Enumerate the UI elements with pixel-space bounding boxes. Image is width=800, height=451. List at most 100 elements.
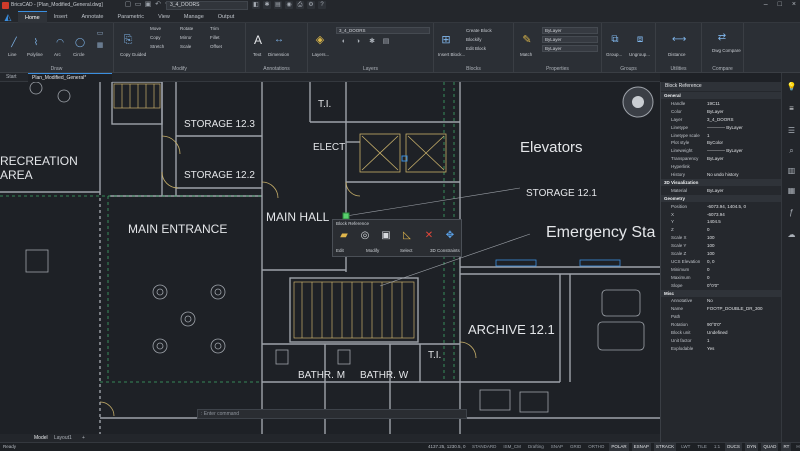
dwg-compare-icon[interactable]: ⇄ xyxy=(716,33,728,43)
rotate-button[interactable]: Rotate xyxy=(180,26,193,31)
ungroup-button[interactable]: Ungroup... xyxy=(629,52,650,57)
property-row[interactable]: Scale X 100 xyxy=(661,234,782,241)
command-input[interactable]: : Enter command xyxy=(201,411,239,417)
property-row[interactable]: Block unit Undefined xyxy=(661,329,782,336)
dwg-compare-button[interactable]: Dwg Compare xyxy=(712,48,741,53)
layers-icon[interactable]: ◈ xyxy=(314,35,326,46)
close-button[interactable]: × xyxy=(792,1,796,8)
stack-icon[interactable]: ☰ xyxy=(786,125,797,136)
color-combo[interactable]: ByLayer xyxy=(542,27,598,34)
property-row[interactable]: Transparency ByLayer xyxy=(661,155,782,162)
move-icon[interactable]: ✥ xyxy=(443,229,457,243)
property-value[interactable]: ByLayer xyxy=(707,187,781,194)
property-value[interactable]: 0, 0 xyxy=(707,258,781,265)
property-category[interactable]: 3D Visualization xyxy=(661,178,782,187)
ungroup-icon[interactable]: ⧈ xyxy=(634,35,646,45)
property-row[interactable]: Explodable Yes xyxy=(661,345,782,352)
floor-plan-drawing[interactable] xyxy=(0,82,660,434)
property-value[interactable]: 3_4_DOORS xyxy=(707,116,781,123)
rectangle-icon[interactable]: ▭ xyxy=(94,29,106,39)
property-value[interactable]: 100 xyxy=(707,234,781,241)
layer-dropdown[interactable]: 3_4_DOORS xyxy=(166,1,248,10)
property-value[interactable]: 0 xyxy=(707,226,781,233)
arc-button[interactable]: Arc xyxy=(54,52,61,57)
add-layout-button[interactable]: + xyxy=(82,434,85,442)
delete-icon[interactable]: ✕ xyxy=(422,229,436,243)
property-row[interactable]: Material ByLayer xyxy=(661,187,782,194)
status-toggle[interactable]: ESNAP xyxy=(631,443,651,451)
property-value[interactable]: ———— ByLayer xyxy=(707,124,781,131)
status-toggle[interactable]: STANDARD xyxy=(470,443,498,451)
lock-icon[interactable]: ▤ xyxy=(274,1,282,9)
status-toggle[interactable]: LWT xyxy=(679,443,692,451)
property-value[interactable]: 90°0'0" xyxy=(707,321,781,328)
lineweight-combo[interactable]: ByLayer xyxy=(542,45,598,52)
drawing-canvas[interactable]: RECREATION AREA STORAGE 12.3 STORAGE 12.… xyxy=(0,82,660,434)
property-value[interactable]: 19C11 xyxy=(707,100,781,107)
property-row[interactable]: Maximum 0 xyxy=(661,274,782,281)
property-row[interactable]: UCS Elevation 0, 0 xyxy=(661,258,782,265)
layer-freeze-icon[interactable]: ✱ xyxy=(366,37,378,47)
attachment-icon[interactable]: ⌕ xyxy=(786,145,797,156)
circle-icon[interactable]: ◯ xyxy=(74,37,86,47)
quad-edit-label[interactable]: Edit xyxy=(336,248,344,253)
layer-isolate-icon[interactable]: ◑ xyxy=(352,37,364,47)
status-toggle[interactable]: HKA xyxy=(794,443,800,451)
property-row[interactable]: X -6073.94 xyxy=(661,211,782,218)
property-row[interactable]: Lineweight ———— ByLayer xyxy=(661,147,782,154)
quad-select-label[interactable]: Select xyxy=(400,248,413,253)
polyline-button[interactable]: Polyline xyxy=(27,52,43,57)
property-row[interactable]: Annotative No xyxy=(661,297,782,304)
layer-lock-icon[interactable]: ▤ xyxy=(380,37,392,47)
status-toggle[interactable]: ORTHO xyxy=(586,443,606,451)
cloud-icon[interactable]: ☁ xyxy=(786,229,797,240)
stretch-button[interactable]: Stretch xyxy=(150,44,164,49)
distance-button[interactable]: Distance xyxy=(668,52,686,57)
line-button[interactable]: Line xyxy=(8,52,17,57)
status-toggle[interactable]: 1:1 xyxy=(712,443,722,451)
property-value[interactable]: Undefined xyxy=(707,329,781,336)
arc-icon[interactable]: ◠ xyxy=(54,37,66,47)
property-row[interactable]: Scale Y 100 xyxy=(661,242,782,249)
text-button[interactable]: Text xyxy=(253,52,261,57)
property-value[interactable]: ByColor xyxy=(707,139,781,146)
property-row[interactable]: Z0 xyxy=(661,226,782,233)
tab-view[interactable]: View xyxy=(151,11,177,23)
settings-icon[interactable]: ⚙ xyxy=(307,1,315,9)
property-value[interactable]: 0 xyxy=(707,266,781,273)
status-toggle[interactable]: QUAD xyxy=(761,443,779,451)
help-icon[interactable]: ? xyxy=(318,1,326,9)
constraint-icon[interactable]: ◺ xyxy=(400,229,414,243)
property-value[interactable]: FOOTP_DOUBLE_DR_300 xyxy=(707,305,781,312)
property-value[interactable]: 100 xyxy=(707,242,781,249)
tab-insert[interactable]: Insert xyxy=(47,11,75,23)
property-value[interactable]: ———— ByLayer xyxy=(707,147,781,154)
dimension-button[interactable]: Dimension xyxy=(268,52,289,57)
status-toggle[interactable]: STRACK xyxy=(653,443,677,451)
tab-annotate[interactable]: Annotate xyxy=(74,11,110,23)
property-row[interactable]: Linetype scale 1 xyxy=(661,132,782,139)
status-toggle[interactable]: GRID xyxy=(568,443,583,451)
select-icon[interactable]: ▣ xyxy=(379,229,393,243)
layer-combo[interactable]: 3_4_DOORS xyxy=(336,27,430,34)
status-toggle[interactable]: POLAR xyxy=(609,443,629,451)
tab-manage[interactable]: Manage xyxy=(177,11,211,23)
modify-icon[interactable]: ◎ xyxy=(358,229,372,243)
property-row[interactable]: Handle 19C11 xyxy=(661,100,782,107)
property-category[interactable]: Misc xyxy=(661,289,782,297)
polyline-icon[interactable]: ⌇ xyxy=(30,37,42,47)
match-properties-icon[interactable]: ✎ xyxy=(521,35,533,46)
layers-icon[interactable]: ≡ xyxy=(786,103,797,114)
scale-button[interactable]: Scale xyxy=(180,44,191,49)
lightbulb-icon[interactable]: 💡 xyxy=(786,81,797,92)
group-icon[interactable]: ⧉ xyxy=(609,35,621,45)
circle-button[interactable]: Circle xyxy=(73,52,85,57)
fillet-button[interactable]: Fillet xyxy=(210,35,220,40)
edit-block-button[interactable]: Edit Block xyxy=(466,46,486,51)
tab-parametric[interactable]: Parametric xyxy=(110,11,151,23)
print-icon[interactable]: ⎙ xyxy=(296,1,304,9)
layout-tab-model[interactable]: Model xyxy=(34,434,48,442)
property-row[interactable]: History No undo history xyxy=(661,171,782,178)
property-row[interactable]: Minimum 0 xyxy=(661,266,782,273)
tab-home[interactable]: Home xyxy=(18,11,47,23)
